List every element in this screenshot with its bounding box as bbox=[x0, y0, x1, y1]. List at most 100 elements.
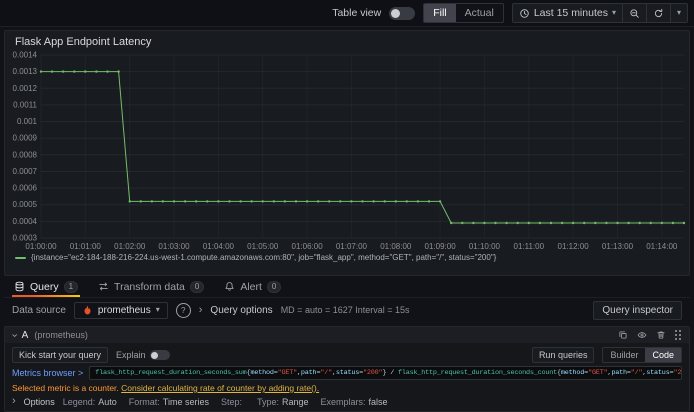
time-series-chart[interactable]: 0.00030.00040.00050.00060.00070.00080.00… bbox=[5, 49, 689, 253]
grafana-panel-editor: Table view Fill Actual Last 15 minutes ▾ bbox=[0, 0, 694, 412]
toggle-knob bbox=[151, 351, 159, 359]
panel-title[interactable]: Flask App Endpoint Latency bbox=[5, 31, 689, 48]
panel-size-group: Fill Actual bbox=[423, 3, 504, 23]
query-inspector-button[interactable]: Query inspector bbox=[593, 300, 682, 320]
refresh-interval-button[interactable]: ▾ bbox=[669, 3, 688, 23]
editor-mode-group: Builder Code bbox=[602, 347, 682, 363]
tab-label: Transform data bbox=[114, 280, 185, 293]
datasource-name: prometheus bbox=[97, 304, 151, 316]
query-options-summary: MD = auto = 1627 Interval = 15s bbox=[280, 305, 410, 315]
builder-mode-button[interactable]: Builder bbox=[603, 348, 645, 362]
warning-text: Selected metric is a counter. bbox=[12, 383, 119, 393]
tab-label: Query bbox=[30, 280, 59, 293]
tab-label: Alert bbox=[240, 280, 262, 293]
svg-text:01:04:00: 01:04:00 bbox=[203, 242, 235, 251]
query-datasource-hint: (prometheus) bbox=[34, 330, 88, 340]
tab-count-badge: 0 bbox=[189, 280, 205, 293]
svg-text:0.0009: 0.0009 bbox=[13, 134, 38, 143]
metrics-browser-toggle[interactable]: Metrics browser > bbox=[12, 368, 83, 378]
code-editor-row: Metrics browser > flask_http_request_dur… bbox=[12, 366, 682, 380]
actual-button[interactable]: Actual bbox=[456, 4, 503, 22]
datasource-label: Data source bbox=[12, 304, 66, 316]
promql-editor[interactable]: flask_http_request_duration_seconds_sum{… bbox=[89, 366, 682, 380]
panel-flask-latency: Flask App Endpoint Latency 0.0003 0.0004 0… bbox=[4, 30, 690, 276]
add-rate-link[interactable]: Consider calculating rate of counter by … bbox=[121, 383, 319, 393]
search-minus-icon bbox=[630, 8, 639, 18]
chevron-right-icon[interactable]: › bbox=[199, 304, 203, 316]
chevron-right-icon[interactable]: › bbox=[12, 396, 16, 407]
clock-icon bbox=[520, 8, 529, 18]
options-summary: Legend: Auto Format: Time series Step: Type: R… bbox=[62, 396, 388, 407]
svg-text:0.0012: 0.0012 bbox=[13, 84, 38, 93]
svg-text:0.0004: 0.0004 bbox=[13, 217, 38, 226]
datasource-row: Data source prometheus ▾ ? › Query optio… bbox=[4, 298, 690, 322]
query-row-header[interactable]: › A (prometheus) bbox=[5, 327, 689, 343]
eye-icon[interactable] bbox=[637, 330, 647, 340]
refresh-button[interactable] bbox=[645, 3, 671, 23]
time-range-picker[interactable]: Last 15 minutes ▾ bbox=[511, 3, 623, 23]
svg-text:01:06:00: 01:06:00 bbox=[292, 242, 324, 251]
duplicate-icon[interactable] bbox=[618, 330, 628, 340]
kick-start-button[interactable]: Kick start your query bbox=[12, 347, 109, 363]
datasource-help-icon[interactable]: ? bbox=[175, 302, 191, 318]
svg-text:0.0014: 0.0014 bbox=[13, 51, 38, 60]
tab-query[interactable]: Query 1 bbox=[12, 276, 81, 297]
zoom-out-button[interactable] bbox=[621, 3, 647, 23]
caret-down-icon: ▾ bbox=[155, 305, 160, 314]
tab-alert[interactable]: Alert 0 bbox=[222, 276, 283, 297]
query-options-toggle[interactable]: Query options bbox=[210, 305, 272, 316]
table-view-toggle[interactable] bbox=[389, 6, 416, 20]
svg-text:01:02:00: 01:02:00 bbox=[114, 242, 146, 251]
refresh-icon bbox=[654, 8, 663, 17]
run-queries-button[interactable]: Run queries bbox=[531, 347, 595, 363]
svg-text:0.0008: 0.0008 bbox=[13, 150, 38, 159]
bell-icon bbox=[225, 282, 234, 291]
svg-text:0.001: 0.001 bbox=[17, 117, 38, 126]
table-view-label: Table view bbox=[332, 7, 382, 19]
counter-warning: Selected metric is a counter. Consider c… bbox=[12, 383, 682, 393]
svg-text:01:10:00: 01:10:00 bbox=[469, 242, 501, 251]
legend: {instance="ec2-184-188-216-224.us-west-1… bbox=[5, 253, 689, 264]
series-color-swatch[interactable] bbox=[15, 256, 26, 259]
svg-text:01:08:00: 01:08:00 bbox=[380, 242, 412, 251]
svg-text:0.0006: 0.0006 bbox=[13, 184, 38, 193]
explain-control: Explain bbox=[116, 350, 170, 360]
editor-tabs: Query 1 Transform data 0 Alert 0 bbox=[4, 276, 690, 298]
svg-text:0.0013: 0.0013 bbox=[13, 67, 38, 76]
svg-text:01:09:00: 01:09:00 bbox=[425, 242, 457, 251]
query-row-a: › A (prometheus) Kick start your query E… bbox=[4, 326, 690, 412]
svg-text:0.0011: 0.0011 bbox=[13, 100, 37, 109]
fill-button[interactable]: Fill bbox=[424, 4, 456, 22]
caret-down-icon: ▾ bbox=[676, 8, 681, 17]
time-range-label: Last 15 minutes bbox=[533, 7, 608, 19]
svg-text:01:01:00: 01:01:00 bbox=[70, 242, 102, 251]
options-toggle[interactable]: Options bbox=[24, 397, 55, 407]
drag-handle-icon[interactable] bbox=[675, 329, 682, 341]
chevron-down-icon[interactable]: › bbox=[8, 333, 20, 337]
svg-text:01:12:00: 01:12:00 bbox=[558, 242, 590, 251]
explain-toggle[interactable] bbox=[149, 350, 170, 360]
query-toolbar: Kick start your query Explain Run querie… bbox=[12, 347, 682, 363]
svg-text:01:07:00: 01:07:00 bbox=[336, 242, 368, 251]
svg-text:01:13:00: 01:13:00 bbox=[602, 242, 634, 251]
tab-count-badge: 0 bbox=[266, 280, 282, 293]
editor-body: Flask App Endpoint Latency 0.0003 0.0004 0… bbox=[0, 27, 694, 412]
svg-text:01:14:00: 01:14:00 bbox=[646, 242, 678, 251]
caret-down-icon: ▾ bbox=[611, 8, 616, 17]
series-label[interactable]: {instance="ec2-184-188-216-224.us-west-1… bbox=[31, 253, 496, 262]
svg-text:01:05:00: 01:05:00 bbox=[247, 242, 279, 251]
code-mode-button[interactable]: Code bbox=[645, 348, 681, 362]
tab-transform-data[interactable]: Transform data 0 bbox=[96, 276, 206, 297]
time-controls: Last 15 minutes ▾ ▾ bbox=[511, 3, 688, 23]
svg-text:01:00:00: 01:00:00 bbox=[25, 242, 57, 251]
database-icon bbox=[15, 281, 24, 292]
svg-text:0.0007: 0.0007 bbox=[13, 167, 38, 176]
topbar: Table view Fill Actual Last 15 minutes ▾ bbox=[0, 0, 694, 27]
transform-icon bbox=[99, 282, 108, 291]
query-ref-id[interactable]: A bbox=[22, 330, 29, 341]
query-row-actions bbox=[618, 329, 682, 341]
trash-icon[interactable] bbox=[656, 330, 666, 340]
svg-text:01:11:00: 01:11:00 bbox=[514, 242, 545, 251]
prometheus-icon bbox=[84, 305, 91, 315]
datasource-picker[interactable]: prometheus ▾ bbox=[73, 301, 168, 319]
